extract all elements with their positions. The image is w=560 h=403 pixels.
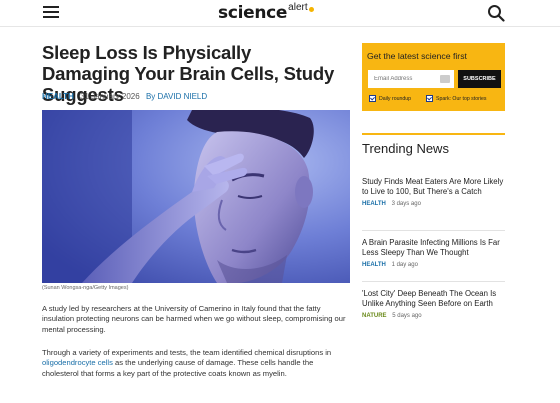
article-paragraph-1: A study led by researchers at the Univer…	[42, 304, 346, 334]
publish-date: 31 January 2026	[80, 92, 140, 101]
search-icon[interactable]	[487, 4, 505, 22]
oligodendrocyte-link[interactable]: oligodendrocyte cells	[42, 358, 113, 367]
hero-image	[42, 110, 350, 283]
logo-dot-icon	[308, 7, 314, 12]
image-caption: (Sunan Wongsa-nga/Getty Images)	[42, 285, 129, 291]
trending-item-meta: HEALTH 3 days ago	[362, 201, 505, 207]
top-nav-bar: science alert	[0, 0, 560, 27]
trending-item[interactable]: Study Finds Meat Eaters Are More Likely …	[362, 177, 505, 207]
checkbox-checked-icon	[426, 95, 433, 102]
article-meta: HEALTH 31 January 2026 By DAVID NIELD	[42, 92, 207, 102]
trending-item-title[interactable]: 'Lost City' Deep Beneath The Ocean Is Un…	[362, 289, 505, 309]
trending-item[interactable]: A Brain Parasite Infecting Millions Is F…	[362, 238, 505, 268]
site-logo[interactable]: science alert	[218, 1, 314, 23]
logo-wordmark: science	[218, 3, 288, 23]
newsletter-title: Get the latest science first	[367, 51, 467, 61]
trending-category[interactable]: HEALTH	[362, 201, 386, 207]
checkbox-label: Daily roundup	[379, 95, 412, 102]
trending-item-meta: NATURE 5 days ago	[362, 313, 505, 319]
logo-suffix: alert	[288, 2, 308, 13]
article-paragraph-2: Through a variety of experiments and tes…	[42, 348, 352, 379]
trending-category[interactable]: HEALTH	[362, 262, 386, 268]
spark-checkbox[interactable]: Spark: Our top stories	[426, 95, 486, 102]
category-link[interactable]: HEALTH	[42, 92, 74, 101]
trending-category[interactable]: NATURE	[362, 313, 387, 319]
menu-icon[interactable]	[43, 5, 59, 19]
trending-item[interactable]: 'Lost City' Deep Beneath The Ocean Is Un…	[362, 289, 505, 319]
trending-time: 5 days ago	[392, 313, 422, 320]
byline-prefix: By	[145, 92, 156, 101]
checkbox-checked-icon	[369, 95, 376, 102]
subscribe-button[interactable]: SUBSCRIBE	[458, 70, 501, 88]
author-link[interactable]: DAVID NIELD	[158, 92, 208, 101]
trending-separator	[362, 281, 505, 282]
trending-heading: Trending News	[362, 141, 449, 156]
trending-divider	[362, 133, 505, 135]
trending-item-title[interactable]: Study Finds Meat Eaters Are More Likely …	[362, 177, 505, 197]
trending-time: 1 day ago	[391, 262, 418, 269]
paragraph-text: Through a variety of experiments and tes…	[42, 348, 332, 357]
trending-separator	[362, 230, 505, 231]
daily-roundup-checkbox[interactable]: Daily roundup	[369, 95, 411, 102]
checkbox-label: Spark: Our top stories	[436, 95, 487, 102]
autofill-icon	[440, 75, 450, 83]
newsletter-signup: Get the latest science first SUBSCRIBE D…	[362, 43, 505, 111]
trending-item-meta: HEALTH 1 day ago	[362, 262, 505, 268]
trending-item-title[interactable]: A Brain Parasite Infecting Millions Is F…	[362, 238, 505, 258]
trending-time: 3 days ago	[391, 201, 421, 208]
